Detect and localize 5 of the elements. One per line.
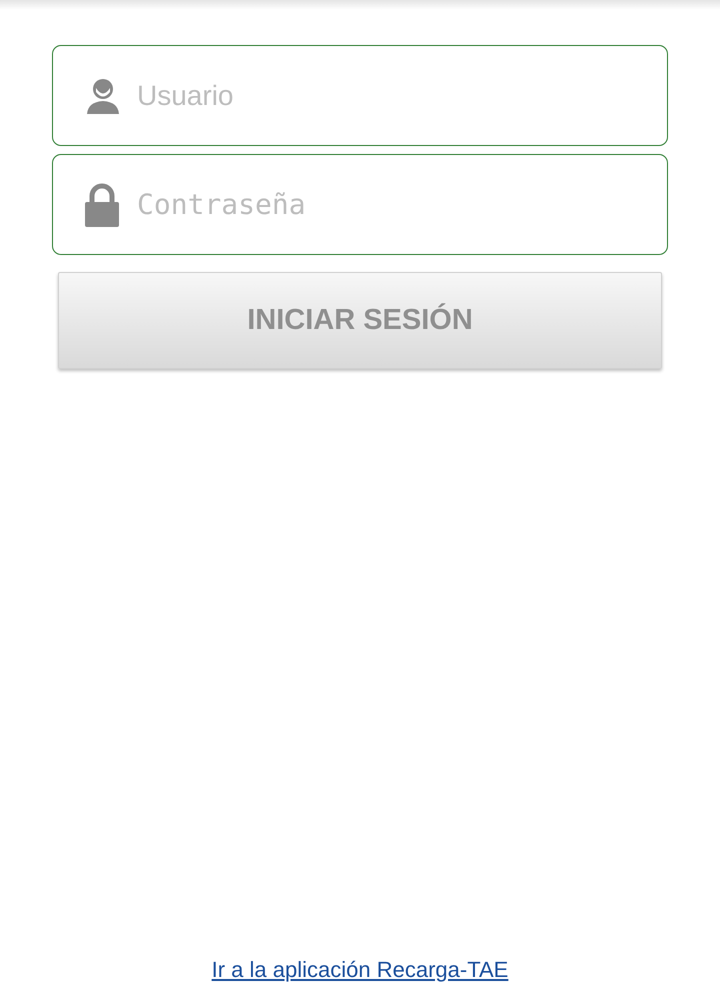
footer-link[interactable]: Ir a la aplicación Recarga-TAE <box>212 957 508 982</box>
user-icon <box>84 76 122 114</box>
username-field[interactable]: Usuario <box>52 45 668 146</box>
lock-icon <box>84 182 120 226</box>
password-field[interactable]: Contraseña <box>52 154 668 255</box>
